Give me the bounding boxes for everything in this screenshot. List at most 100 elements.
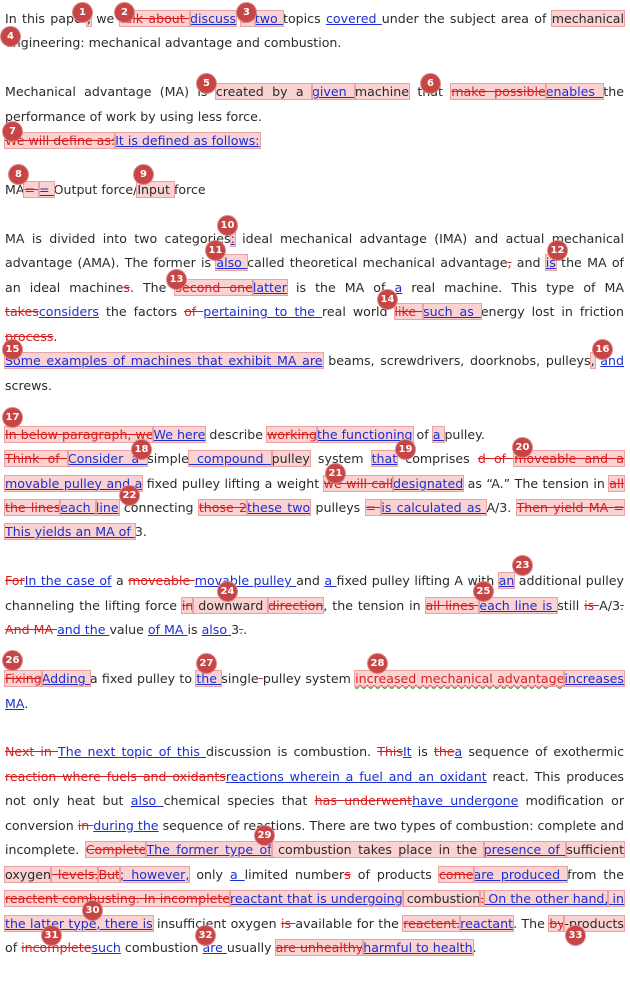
highlighted-text[interactable]: Input (136, 181, 175, 199)
deleted-text[interactable]: For (5, 573, 25, 588)
highlighted-text[interactable]: created by a (214, 83, 313, 101)
inserted-text[interactable]: during the (93, 818, 158, 833)
deleted-text[interactable]: This (377, 744, 403, 759)
comment-marker-19[interactable]: 19 (396, 440, 415, 459)
inserted-text[interactable]: presence of (482, 841, 568, 859)
deleted-text[interactable]: But (97, 865, 121, 883)
comment-marker-21[interactable]: 21 (326, 464, 345, 483)
inserted-text[interactable]: This yields an MA of (4, 523, 136, 541)
inserted-text[interactable]: a (324, 573, 336, 588)
deleted-text[interactable]: Fixing (4, 670, 43, 688)
inserted-text[interactable]: harmful to health (362, 939, 474, 957)
comment-marker-5[interactable]: 5 (197, 74, 216, 93)
inserted-text[interactable]: two (253, 10, 285, 27)
deleted-text[interactable]: the (434, 744, 455, 759)
inserted-text[interactable]: are produced (472, 865, 569, 883)
inserted-text[interactable]: We here (152, 425, 207, 443)
inserted-text[interactable]: also (202, 622, 232, 637)
deleted-text[interactable]: reactent. (402, 914, 462, 932)
inserted-text[interactable]: is calculated as (380, 499, 488, 516)
inserted-text[interactable]: also (131, 793, 164, 808)
comment-marker-6[interactable]: 6 (421, 74, 440, 93)
deleted-text[interactable]: In below paragraph, we (3, 425, 155, 443)
inserted-text[interactable]: these two (246, 499, 312, 516)
deleted-text[interactable]: has underwent (315, 793, 412, 808)
comment-marker-25[interactable]: 25 (474, 582, 493, 601)
inserted-text[interactable]: given (310, 83, 356, 101)
inserted-text[interactable]: The former type of (145, 841, 273, 859)
deleted-text[interactable]: Complete (84, 841, 148, 859)
comment-marker-24[interactable]: 24 (218, 582, 237, 601)
comment-marker-2[interactable]: 2 (115, 3, 134, 22)
inserted-text[interactable]: latter (251, 278, 288, 296)
deleted-text[interactable]: make possible (450, 83, 547, 101)
inserted-text[interactable]: have undergone (412, 793, 518, 808)
comment-marker-30[interactable]: 30 (83, 901, 102, 920)
inserted-text[interactable]: each line is (478, 596, 559, 614)
deleted-text[interactable]: = (23, 181, 41, 199)
inserted-text[interactable]: line (94, 499, 120, 516)
comment-marker-13[interactable]: 13 (167, 270, 186, 289)
deleted-text[interactable]: working (266, 425, 318, 443)
comment-marker-15[interactable]: 15 (3, 340, 22, 359)
deleted-text[interactable]: moveable (128, 573, 195, 588)
comment-marker-17[interactable]: 17 (3, 408, 22, 427)
comment-marker-20[interactable]: 20 (513, 438, 532, 457)
deleted-text[interactable]: moveable and a (513, 450, 625, 468)
deleted-text[interactable]: those 2 (197, 499, 249, 516)
inserted-text[interactable]: Adding (40, 670, 91, 688)
highlighted-text[interactable]: pulley (270, 450, 311, 468)
comment-marker-23[interactable]: 23 (513, 556, 532, 575)
comment-marker-26[interactable]: 26 (3, 651, 22, 670)
deleted-text[interactable]: in (78, 818, 94, 833)
inserted-text[interactable]: the functioning (315, 425, 414, 443)
inserted-text[interactable]: = (38, 181, 55, 199)
comment-marker-12[interactable]: 12 (548, 241, 567, 260)
comment-marker-27[interactable]: 27 (197, 654, 216, 673)
deleted-text[interactable]: second one (174, 278, 254, 296)
inserted-text[interactable]: MA (5, 696, 24, 711)
deleted-text[interactable]: increased mechanical advantage (354, 670, 566, 688)
comment-marker-29[interactable]: 29 (255, 826, 274, 845)
comment-marker-28[interactable]: 28 (368, 654, 387, 673)
inserted-text[interactable]: Some examples of machines that exhibit M… (4, 352, 324, 370)
deleted-text[interactable]: d of (478, 451, 514, 466)
comment-marker-31[interactable]: 31 (42, 926, 61, 945)
highlighted-text[interactable]: , (589, 352, 596, 370)
deleted-text[interactable]: We will define as: (3, 132, 117, 150)
deleted-text[interactable]: Then yield MA = (515, 499, 626, 516)
deleted-text[interactable]: all lines (424, 596, 481, 614)
inserted-text[interactable]: It (403, 744, 412, 759)
deleted-text[interactable]: like (393, 303, 425, 321)
comment-marker-8[interactable]: 8 (9, 165, 28, 184)
deleted-text[interactable]: is (584, 598, 599, 613)
comment-marker-3[interactable]: 3 (237, 3, 256, 22)
comment-marker-11[interactable]: 11 (206, 241, 225, 260)
inserted-text[interactable]: The next topic of this (58, 744, 206, 759)
deleted-text[interactable]: takes (5, 304, 39, 319)
deleted-text[interactable]: reaction where fuels and oxidants (5, 769, 226, 784)
deleted-text[interactable]: is (281, 916, 295, 931)
inserted-text[interactable]: a (230, 867, 245, 882)
inserted-text[interactable]: reactions wherein a fuel and an oxidant (226, 769, 487, 784)
deleted-text[interactable]: by (548, 914, 566, 932)
inserted-text[interactable]: movable pulley (195, 573, 296, 588)
deleted-text[interactable]: = (364, 499, 383, 516)
deleted-text[interactable]: direction (267, 596, 325, 614)
inserted-text[interactable]: compound (187, 450, 273, 468)
highlighted-text[interactable]: machine (353, 83, 411, 101)
deleted-text[interactable]: come (437, 865, 475, 883)
deleted-text[interactable]: reactent combusting. In incomplete (3, 890, 232, 908)
inserted-text[interactable]: each (59, 499, 97, 516)
inserted-text[interactable]: In the case of (25, 573, 112, 588)
inserted-text[interactable]: the (195, 670, 223, 688)
inserted-text[interactable]: On the other hand, (483, 890, 610, 908)
deleted-text[interactable]: Think of (4, 450, 69, 468)
inserted-text[interactable]: discuss (189, 10, 238, 27)
inserted-text[interactable]: and the (57, 622, 109, 637)
highlighted-text[interactable]: mechanical (550, 10, 626, 27)
inserted-text[interactable]: such (91, 940, 120, 955)
inserted-text[interactable]: enables (544, 83, 605, 101)
inserted-text[interactable]: of MA (148, 622, 188, 637)
highlighted-text[interactable]: combustion (401, 890, 482, 908)
